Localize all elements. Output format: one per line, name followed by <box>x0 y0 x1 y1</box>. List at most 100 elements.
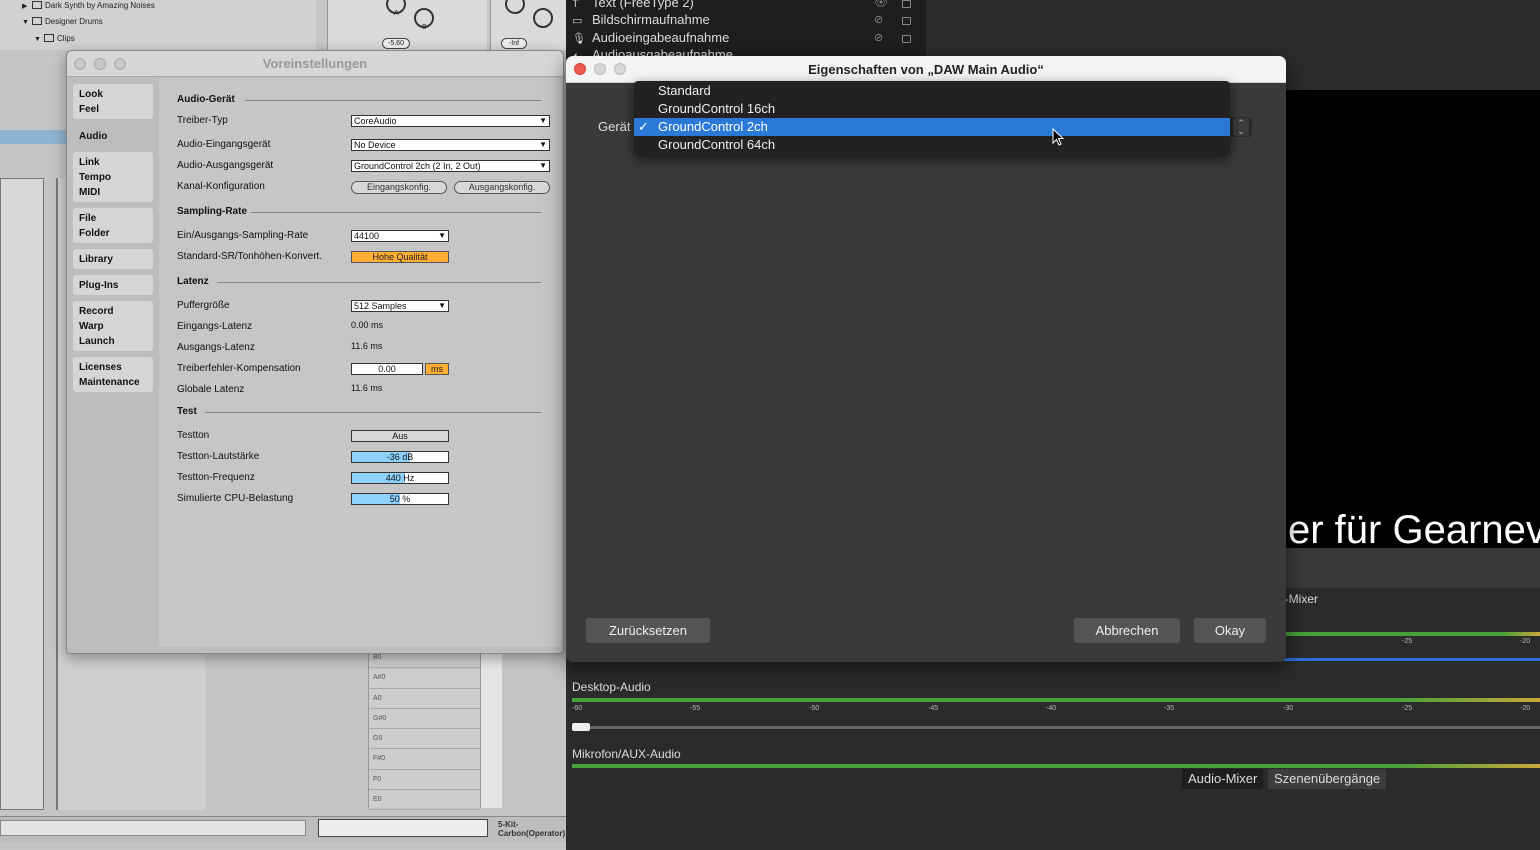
device-option-groundcontrol-64ch[interactable]: GroundControl 64ch <box>634 136 1230 154</box>
tab-scene-transitions[interactable]: Szenenübergänge <box>1268 769 1387 789</box>
program-preview[interactable] <box>1284 90 1540 548</box>
driver-comp-input[interactable]: 0.00 <box>351 363 423 375</box>
source-item[interactable]: ▭ Bildschirmaufnahme <box>572 12 710 29</box>
device-dropdown-menu: Standard GroundControl 16ch ✓ GroundContr… <box>634 81 1230 155</box>
volume-slider[interactable] <box>1284 658 1540 661</box>
divider <box>245 100 541 101</box>
device-option-groundcontrol-16ch[interactable]: GroundControl 16ch <box>634 100 1230 118</box>
mouse-cursor-icon <box>1052 128 1065 146</box>
volume-readout[interactable]: -Inf <box>501 38 527 49</box>
knob-b[interactable] <box>533 8 553 28</box>
input-latency-label: Eingangs-Latenz <box>177 321 253 332</box>
device-label: Gerät <box>598 119 631 134</box>
cancel-button[interactable]: Abbrechen <box>1074 618 1180 643</box>
driver-type-label: Treiber-Typ <box>177 115 228 126</box>
expand-arrow-icon[interactable]: ▶ <box>22 0 32 14</box>
piano-key[interactable]: E0 <box>369 790 480 811</box>
mic-audio-meter <box>572 764 1540 768</box>
meter-tick: -35 <box>1164 705 1175 712</box>
tab-link-tempo-midi[interactable]: Link Tempo MIDI <box>73 152 153 202</box>
divider <box>205 412 541 413</box>
meter-tick: -20 <box>1520 638 1531 645</box>
tab-licenses-maintenance[interactable]: Licenses Maintenance <box>73 357 153 392</box>
tab-audio-mixer[interactable]: Audio-Mixer <box>1182 769 1264 789</box>
visibility-eye-icon[interactable]: 👁︎ <box>874 0 888 9</box>
collapse-arrow-icon[interactable]: ▼ <box>22 16 32 30</box>
output-config-button[interactable]: Ausgangskonfig. <box>454 181 550 194</box>
buffer-size-dropdown[interactable]: 512 Samples ▼ <box>351 300 449 312</box>
ok-button[interactable]: Okay <box>1194 618 1266 643</box>
section-audio-device: Audio-Gerät <box>177 94 235 105</box>
hidden-eye-icon[interactable]: ⊘ <box>874 13 883 26</box>
text-icon: T <box>572 0 579 10</box>
meter-tick: -25 <box>1402 705 1413 712</box>
piano-key[interactable]: G#0 <box>369 709 480 730</box>
clip-overview[interactable] <box>318 819 488 837</box>
conversion-quality-toggle[interactable]: Hohe Qualität <box>351 251 449 263</box>
reset-button[interactable]: Zurücksetzen <box>586 618 710 643</box>
selected-track[interactable] <box>0 130 70 144</box>
preferences-titlebar[interactable]: Voreinstellungen <box>67 51 563 77</box>
driver-comp-unit-toggle[interactable]: ms <box>425 363 449 375</box>
source-item[interactable]: T Text (FreeType 2) <box>572 0 694 12</box>
piano-key[interactable]: F#0 <box>369 749 480 770</box>
driver-type-dropdown[interactable]: CoreAudio ▼ <box>351 115 550 127</box>
hidden-eye-icon[interactable]: ⊘ <box>874 31 883 44</box>
conversion-label: Standard-SR/Tonhöhen-Konvert. <box>177 251 323 262</box>
desktop-audio-volume-slider[interactable] <box>572 726 1540 729</box>
status-text-field[interactable] <box>0 820 306 836</box>
tab-record-warp-launch[interactable]: Record Warp Launch <box>73 301 153 351</box>
dropdown-arrow-icon: ▼ <box>438 231 446 240</box>
sample-rate-label: Ein/Ausgangs-Sampling-Rate <box>177 230 309 241</box>
section-sampling-rate: Sampling-Rate <box>177 206 248 217</box>
sample-rate-dropdown[interactable]: 44100 ▼ <box>351 230 449 242</box>
test-tone-frequency-slider[interactable]: 440 Hz <box>351 472 449 484</box>
source-item[interactable]: 🎙︎ Audioeingabeaufnahme <box>572 30 729 47</box>
folder-icon <box>32 1 42 9</box>
browser-item[interactable]: ▶ Dark Synth by Amazing Noises <box>22 0 155 13</box>
mic-audio-label: Mikrofon/AUX-Audio <box>572 747 681 761</box>
test-tone-volume-label: Testton-Lautstärke <box>177 451 260 462</box>
browser-item[interactable]: ▼ Designer Drums <box>22 15 103 29</box>
lock-icon[interactable] <box>902 0 911 8</box>
meter-tick: -55 <box>690 705 701 712</box>
piano-key[interactable]: A0 <box>369 689 480 709</box>
tab-audio[interactable]: Audio <box>73 126 153 146</box>
tab-look-feel[interactable]: Look Feel <box>73 84 153 119</box>
collapse-arrow-icon[interactable]: ▼ <box>34 33 44 47</box>
piano-key[interactable]: A#0 <box>369 668 480 689</box>
dialog-title: Eigenschaften von „DAW Main Audio“ <box>808 62 1044 77</box>
piano-key[interactable]: G0 <box>369 729 480 750</box>
channel-config-label: Kanal-Konfiguration <box>177 181 265 192</box>
preview-caption-text: er für Gearnev <box>1288 508 1540 552</box>
slider-handle[interactable] <box>572 723 590 731</box>
browser-item[interactable]: ▼ Clips <box>34 32 75 46</box>
driver-comp-label: Treiberfehler-Kompensation <box>177 363 301 374</box>
test-tone-volume-slider[interactable]: -36 dB <box>351 451 449 463</box>
tab-file-folder[interactable]: File Folder <box>73 208 153 243</box>
test-tone-toggle[interactable]: Aus <box>351 430 449 442</box>
device-option-groundcontrol-2ch[interactable]: ✓ GroundControl 2ch <box>634 118 1230 136</box>
tab-library[interactable]: Library <box>73 249 153 269</box>
lock-icon[interactable] <box>902 17 911 25</box>
microphone-icon: 🎙︎ <box>572 33 586 45</box>
tab-plug-ins[interactable]: Plug-Ins <box>73 275 153 295</box>
input-device-dropdown[interactable]: No Device ▼ <box>351 139 550 151</box>
cpu-load-slider[interactable]: 50 % <box>351 493 449 505</box>
knob-a[interactable] <box>505 0 525 14</box>
dropdown-arrow-icon: ▼ <box>539 140 547 149</box>
input-config-button[interactable]: Eingangskonfig. <box>351 181 447 194</box>
piano-key[interactable]: F0 <box>369 770 480 791</box>
track-lane <box>0 178 44 810</box>
desktop-audio-meter <box>572 698 1540 702</box>
knob-a-label: A <box>394 10 399 17</box>
updown-arrows-icon: ⌃ ⌄ <box>1233 118 1249 136</box>
volume-readout[interactable]: -5.60 <box>382 38 410 49</box>
output-device-dropdown[interactable]: GroundControl 2ch (2 In, 2 Out) ▼ <box>351 160 550 172</box>
input-device-label: Audio-Eingangsgerät <box>177 139 271 150</box>
lock-icon[interactable] <box>902 35 911 43</box>
device-option-standard[interactable]: Standard <box>634 82 1230 100</box>
dialog-titlebar[interactable]: Eigenschaften von „DAW Main Audio“ <box>566 56 1286 83</box>
meter-tick: -20 <box>1520 705 1531 712</box>
device-knobs-panel: A B -5.60 <box>327 0 487 50</box>
